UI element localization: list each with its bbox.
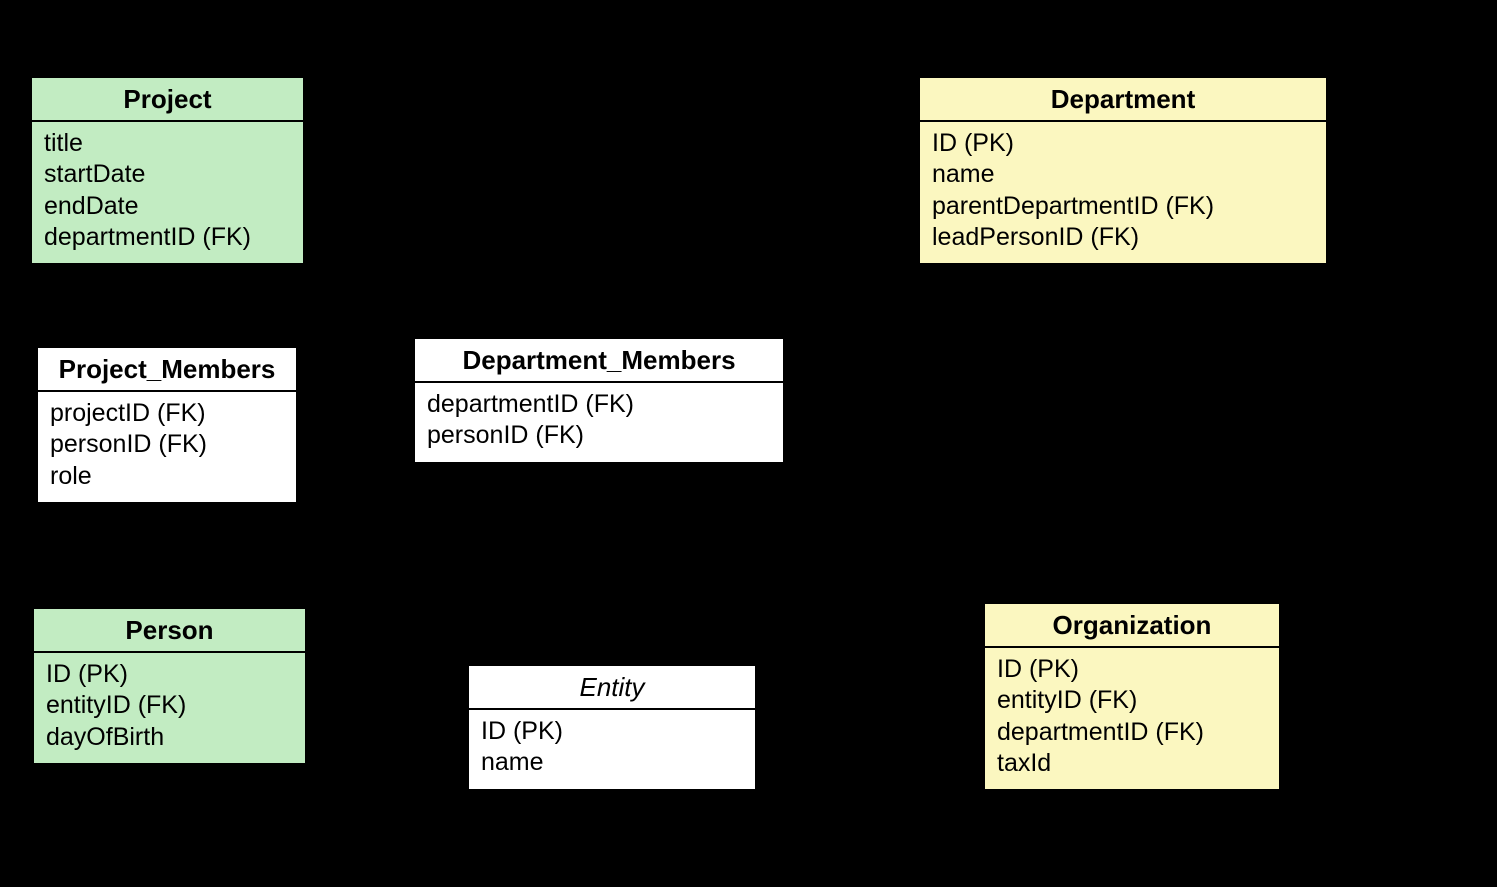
attr: projectID (FK) <box>50 398 284 429</box>
entity-project-members-title: Project_Members <box>38 348 296 392</box>
attr: startDate <box>44 159 291 190</box>
attr: role <box>50 461 284 492</box>
entity-project-attrs: title startDate endDate departmentID (FK… <box>32 122 303 263</box>
attr: leadPersonID (FK) <box>932 222 1314 253</box>
entity-department-members-attrs: departmentID (FK) personID (FK) <box>415 383 783 462</box>
entity-organization: Organization ID (PK) entityID (FK) depar… <box>983 602 1281 791</box>
attr: ID (PK) <box>997 654 1267 685</box>
attr: parentDepartmentID (FK) <box>932 191 1314 222</box>
entity-project: Project title startDate endDate departme… <box>30 76 305 265</box>
entity-department-members-title: Department_Members <box>415 339 783 383</box>
attr: endDate <box>44 191 291 222</box>
attr: departmentID (FK) <box>44 222 291 253</box>
attr: name <box>932 159 1314 190</box>
entity-organization-attrs: ID (PK) entityID (FK) departmentID (FK) … <box>985 648 1279 789</box>
entity-project-title: Project <box>32 78 303 122</box>
attr: ID (PK) <box>481 716 743 747</box>
entity-department-members: Department_Members departmentID (FK) per… <box>413 337 785 464</box>
attr: name <box>481 747 743 778</box>
entity-department: Department ID (PK) name parentDepartment… <box>918 76 1328 265</box>
entity-department-title: Department <box>920 78 1326 122</box>
entity-entity: Entity ID (PK) name <box>467 664 757 791</box>
attr: ID (PK) <box>932 128 1314 159</box>
entity-entity-title: Entity <box>469 666 755 710</box>
entity-person: Person ID (PK) entityID (FK) dayOfBirth <box>32 607 307 765</box>
attr: taxId <box>997 748 1267 779</box>
entity-project-members-attrs: projectID (FK) personID (FK) role <box>38 392 296 502</box>
attr: ID (PK) <box>46 659 293 690</box>
attr: personID (FK) <box>50 429 284 460</box>
entity-organization-title: Organization <box>985 604 1279 648</box>
attr: departmentID (FK) <box>427 389 771 420</box>
attr: entityID (FK) <box>997 685 1267 716</box>
entity-entity-attrs: ID (PK) name <box>469 710 755 789</box>
attr: personID (FK) <box>427 420 771 451</box>
attr: dayOfBirth <box>46 722 293 753</box>
entity-department-attrs: ID (PK) name parentDepartmentID (FK) lea… <box>920 122 1326 263</box>
attr: entityID (FK) <box>46 690 293 721</box>
entity-person-attrs: ID (PK) entityID (FK) dayOfBirth <box>34 653 305 763</box>
attr: departmentID (FK) <box>997 717 1267 748</box>
entity-person-title: Person <box>34 609 305 653</box>
er-diagram-canvas: Project title startDate endDate departme… <box>0 0 1497 887</box>
attr: title <box>44 128 291 159</box>
entity-project-members: Project_Members projectID (FK) personID … <box>36 346 298 504</box>
